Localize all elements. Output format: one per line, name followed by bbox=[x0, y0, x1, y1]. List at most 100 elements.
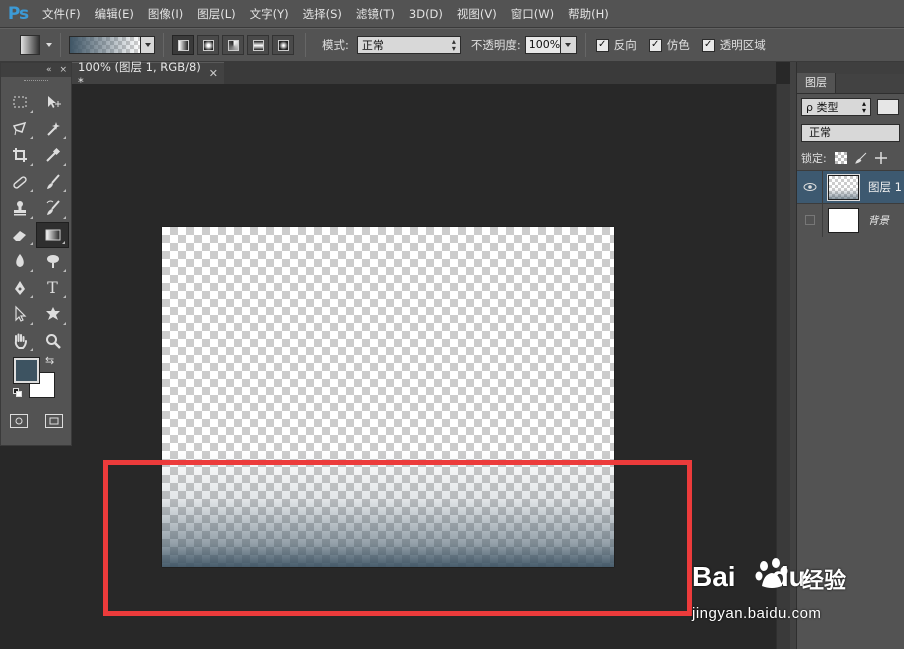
tool-grid: T bbox=[1, 85, 71, 354]
menu-edit[interactable]: 编辑(E) bbox=[89, 0, 142, 28]
layer-name[interactable]: 背景 bbox=[868, 213, 889, 228]
dodge-icon bbox=[46, 255, 59, 269]
menu-select[interactable]: 选择(S) bbox=[297, 0, 350, 28]
foreground-color-swatch[interactable] bbox=[13, 357, 40, 384]
layer-row-layer1[interactable]: 图层 1 bbox=[797, 170, 904, 204]
screen-mode-icon[interactable] bbox=[44, 414, 63, 428]
transparency-option[interactable]: ✓ 透明区域 bbox=[701, 37, 766, 53]
quick-mask-icon[interactable] bbox=[9, 414, 28, 428]
photoshop-logo: Ps bbox=[7, 3, 29, 24]
gradient-picker-button[interactable] bbox=[141, 36, 155, 54]
swap-colors-icon[interactable]: ⇆ bbox=[45, 354, 54, 367]
layers-panel-tabs: 图层 bbox=[797, 73, 904, 94]
move-tool[interactable] bbox=[36, 89, 69, 116]
visibility-toggle[interactable] bbox=[797, 203, 823, 237]
clone-stamp-tool[interactable] bbox=[3, 195, 36, 222]
brush-icon bbox=[46, 174, 60, 189]
chevron-down-icon bbox=[565, 43, 572, 47]
menu-image[interactable]: 图像(I) bbox=[142, 0, 191, 28]
default-colors-icon[interactable] bbox=[13, 388, 23, 398]
menu-layer[interactable]: 图层(L) bbox=[191, 0, 243, 28]
options-divider bbox=[163, 33, 164, 57]
tab-layers[interactable]: 图层 bbox=[797, 73, 836, 93]
magic-wand-tool[interactable] bbox=[36, 116, 69, 143]
custom-shape-tool[interactable] bbox=[36, 301, 69, 328]
tool-preset-caret-icon[interactable] bbox=[46, 43, 52, 47]
panel-grip[interactable] bbox=[1, 77, 71, 85]
collapse-icon[interactable]: « bbox=[46, 65, 52, 75]
mode-row bbox=[1, 410, 71, 428]
gradient-tool[interactable] bbox=[36, 221, 69, 248]
brush-tool[interactable] bbox=[36, 169, 69, 196]
linear-gradient-button[interactable] bbox=[172, 35, 194, 55]
radial-gradient-button[interactable] bbox=[197, 35, 219, 55]
document-tab[interactable]: 100% (图层 1, RGB/8) * ✕ bbox=[72, 60, 224, 89]
reverse-checkbox[interactable]: ✓ bbox=[595, 38, 609, 52]
diamond-gradient-button[interactable] bbox=[272, 35, 294, 55]
pen-tool[interactable] bbox=[3, 275, 36, 302]
angle-gradient-icon bbox=[227, 39, 239, 51]
layer-thumbnail bbox=[828, 207, 859, 233]
opacity-label: 不透明度: bbox=[470, 38, 521, 52]
eye-icon bbox=[803, 183, 816, 191]
hand-icon bbox=[14, 333, 27, 349]
lock-transparent-icon[interactable] bbox=[834, 152, 847, 164]
zoom-tool[interactable] bbox=[36, 328, 69, 355]
visibility-toggle[interactable] bbox=[797, 170, 823, 204]
eyedropper-tool[interactable] bbox=[36, 142, 69, 169]
healing-brush-tool[interactable] bbox=[3, 169, 36, 196]
angle-gradient-button[interactable] bbox=[222, 35, 244, 55]
history-brush-tool[interactable] bbox=[36, 195, 69, 222]
layer-row-background[interactable]: 背景 bbox=[797, 203, 904, 237]
crop-tool[interactable] bbox=[3, 142, 36, 169]
opacity-input[interactable]: 100% bbox=[524, 36, 561, 54]
marquee-icon bbox=[13, 96, 26, 108]
menu-help[interactable]: 帮助(H) bbox=[562, 0, 617, 28]
options-divider bbox=[305, 33, 306, 57]
options-divider bbox=[584, 33, 586, 57]
watermark-suffix: 经验 bbox=[802, 569, 847, 594]
baidu-paw-logo bbox=[755, 558, 788, 588]
lock-move-icon[interactable] bbox=[874, 152, 887, 164]
menu-filter[interactable]: 滤镜(T) bbox=[350, 0, 403, 28]
eraser-tool[interactable] bbox=[3, 222, 36, 249]
magic-wand-icon bbox=[46, 121, 60, 136]
close-icon[interactable]: ✕ bbox=[209, 67, 218, 80]
menu-3d[interactable]: 3D(D) bbox=[403, 0, 451, 28]
document-tab-title: 100% (图层 1, RGB/8) * bbox=[78, 59, 201, 89]
radial-gradient-icon bbox=[202, 39, 214, 51]
gradient-preview[interactable] bbox=[69, 36, 141, 54]
dither-checkbox[interactable]: ✓ bbox=[648, 38, 662, 52]
layer-name[interactable]: 图层 1 bbox=[868, 179, 902, 195]
blend-mode-select[interactable]: 正常 bbox=[801, 124, 900, 142]
dither-option[interactable]: ✓ 仿色 bbox=[648, 37, 690, 53]
type-tool[interactable]: T bbox=[36, 275, 69, 302]
menu-file[interactable]: 文件(F) bbox=[36, 0, 89, 28]
updown-icon: ▴ ▾ bbox=[861, 99, 866, 115]
move-icon bbox=[47, 96, 61, 109]
opacity-slider-button[interactable] bbox=[560, 36, 577, 54]
lasso-tool[interactable] bbox=[3, 116, 36, 143]
close-icon[interactable]: × bbox=[59, 65, 67, 75]
menu-view[interactable]: 视图(V) bbox=[451, 0, 505, 28]
marquee-tool[interactable] bbox=[3, 89, 36, 116]
blur-tool[interactable] bbox=[3, 248, 36, 275]
zoom-icon bbox=[45, 333, 61, 349]
reflected-gradient-button[interactable] bbox=[247, 35, 269, 55]
menu-type[interactable]: 文字(Y) bbox=[244, 0, 297, 28]
menu-bar: Ps 文件(F) 编辑(E) 图像(I) 图层(L) 文字(Y) 选择(S) 滤… bbox=[0, 0, 904, 28]
tool-preset-picker[interactable] bbox=[20, 35, 40, 55]
menu-window[interactable]: 窗口(W) bbox=[505, 0, 562, 28]
color-swatches: ⇆ bbox=[1, 354, 71, 410]
transparency-checkbox[interactable]: ✓ bbox=[701, 38, 715, 52]
mode-label: 模式: bbox=[322, 38, 349, 52]
reverse-option[interactable]: ✓ 反向 bbox=[595, 37, 637, 53]
mode-select[interactable]: 正常 ▴ ▾ bbox=[356, 36, 461, 54]
layer-filter-select[interactable]: ρ 类型 ▴ ▾ bbox=[801, 98, 871, 116]
options-divider bbox=[60, 33, 61, 57]
dodge-tool[interactable] bbox=[36, 248, 69, 275]
path-selection-tool[interactable] bbox=[3, 301, 36, 328]
image-filter-icon[interactable] bbox=[877, 99, 899, 115]
lock-brush-icon[interactable] bbox=[854, 152, 867, 164]
hand-tool[interactable] bbox=[3, 328, 36, 355]
